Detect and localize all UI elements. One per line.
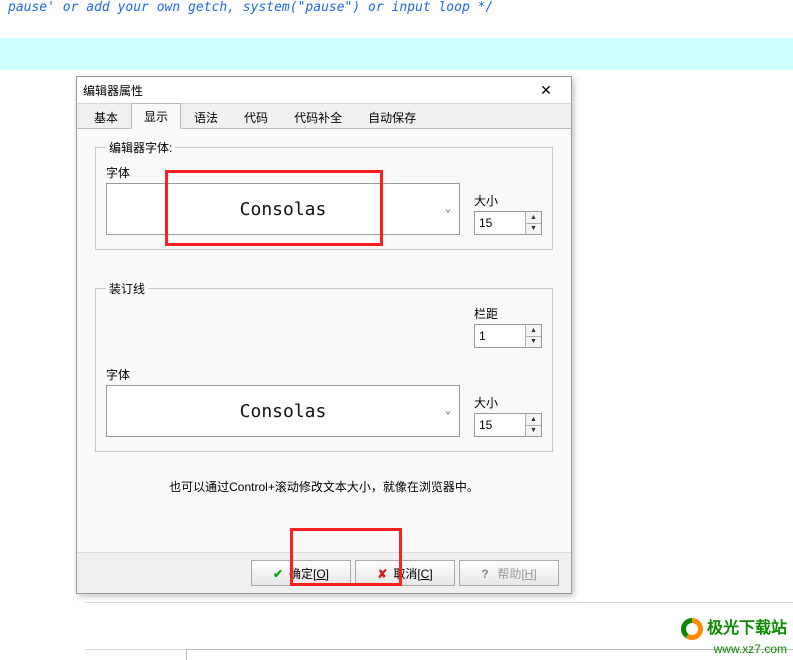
cancel-button[interactable]: ✘ 取消[C]: [355, 560, 455, 586]
tab-display[interactable]: 显示: [131, 103, 181, 129]
editor-font-legend: 编辑器字体:: [106, 139, 175, 156]
gutter-size-label: 大小: [474, 394, 542, 411]
help-button[interactable]: ? 帮助[H]: [459, 560, 559, 586]
spin-down-icon[interactable]: ▼: [526, 224, 541, 235]
size-label: 大小: [474, 192, 542, 209]
gutter-legend: 装订线: [106, 280, 148, 297]
editor-font-value: Consolas: [240, 199, 327, 220]
help-button-label: 帮助[H]: [497, 565, 536, 582]
tab-autosave[interactable]: 自动保存: [355, 104, 429, 129]
tab-basic[interactable]: 基本: [81, 104, 131, 129]
gutter-font-size-spinner[interactable]: ▲ ▼: [474, 413, 542, 437]
dialog-button-bar: ✔ 确定[O] ✘ 取消[C] ? 帮助[H]: [77, 552, 571, 593]
background-highlight-bar: [0, 38, 793, 70]
gutter-font-combo[interactable]: Consolas ⌄: [106, 385, 460, 437]
gutter-span-spinner[interactable]: ▲ ▼: [474, 324, 542, 348]
close-button[interactable]: ✕: [527, 79, 565, 101]
check-icon: ✔: [273, 567, 285, 579]
watermark: 极光下载站 www.xz7.com: [681, 618, 787, 656]
background-code-comment: pause' or add your own getch, system("pa…: [8, 0, 493, 15]
spin-up-icon[interactable]: ▲: [526, 325, 541, 337]
gutter-font-value: Consolas: [240, 401, 327, 422]
titlebar: 编辑器属性 ✕: [77, 77, 571, 104]
ok-button-label: 确定[O]: [289, 565, 329, 582]
spin-up-icon[interactable]: ▲: [526, 212, 541, 224]
dialog-client-area: 编辑器字体: 字体 Consolas ⌄ 大小 ▲ ▼: [77, 129, 571, 552]
background-separator: [85, 602, 793, 603]
gutter-span-label: 栏距: [474, 305, 542, 322]
question-icon: ?: [481, 567, 493, 579]
spin-down-icon[interactable]: ▼: [526, 426, 541, 437]
tab-syntax[interactable]: 语法: [181, 104, 231, 129]
watermark-url: www.xz7.com: [681, 643, 787, 656]
chevron-down-icon: ⌄: [445, 204, 451, 215]
editor-font-size-input[interactable]: [475, 212, 525, 234]
ok-button[interactable]: ✔ 确定[O]: [251, 560, 351, 586]
gutter-group: 装订线 栏距 ▲ ▼ 字体: [95, 280, 553, 452]
close-icon: ✕: [540, 82, 552, 99]
tab-code-completion[interactable]: 代码补全: [281, 104, 355, 129]
editor-font-group: 编辑器字体: 字体 Consolas ⌄ 大小 ▲ ▼: [95, 139, 553, 250]
cancel-button-label: 取消[C]: [393, 565, 432, 582]
gutter-span-input[interactable]: [475, 325, 525, 347]
spin-up-icon[interactable]: ▲: [526, 414, 541, 426]
editor-font-size-spinner[interactable]: ▲ ▼: [474, 211, 542, 235]
font-label: 字体: [106, 164, 460, 181]
spin-down-icon[interactable]: ▼: [526, 337, 541, 348]
chevron-down-icon: ⌄: [445, 406, 451, 417]
gutter-font-size-input[interactable]: [475, 414, 525, 436]
dialog-title: 编辑器属性: [83, 82, 527, 99]
gutter-font-label: 字体: [106, 366, 460, 383]
editor-properties-dialog: 编辑器属性 ✕ 基本 显示 语法 代码 代码补全 自动保存 编辑器字体: 字体 …: [76, 76, 572, 594]
editor-font-combo[interactable]: Consolas ⌄: [106, 183, 460, 235]
tab-bar: 基本 显示 语法 代码 代码补全 自动保存: [77, 104, 571, 129]
watermark-title: 极光下载站: [707, 620, 787, 638]
hint-text: 也可以通过Control+滚动修改文本大小，就像在浏览器中。: [95, 478, 553, 495]
watermark-logo-icon: [681, 618, 703, 640]
tab-code[interactable]: 代码: [231, 104, 281, 129]
cross-icon: ✘: [377, 567, 389, 579]
